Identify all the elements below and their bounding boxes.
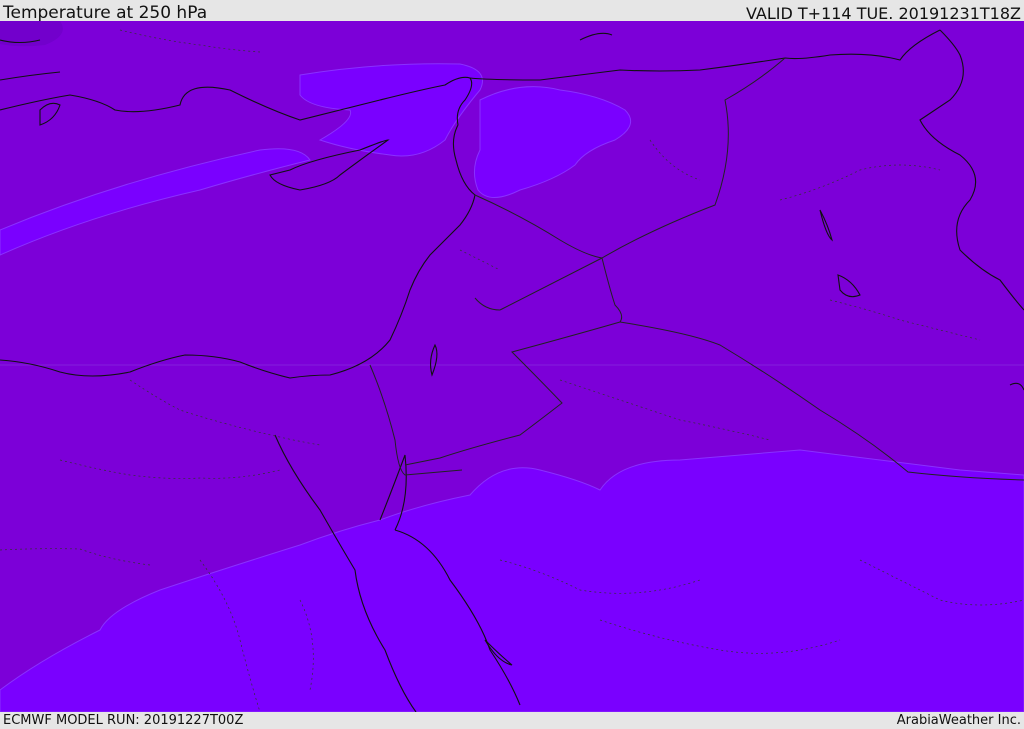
map-title: Temperature at 250 hPa: [3, 3, 208, 23]
map-canvas: [0, 21, 1024, 712]
model-run-label: ECMWF MODEL RUN: 20191227T00Z: [3, 713, 244, 728]
header-bar: Temperature at 250 hPa VALID T+114 TUE. …: [0, 0, 1024, 23]
footer-bar: ECMWF MODEL RUN: 20191227T00Z ArabiaWeat…: [0, 712, 1024, 729]
weather-map[interactable]: [0, 21, 1024, 712]
credit-label: ArabiaWeather Inc.: [896, 713, 1021, 728]
